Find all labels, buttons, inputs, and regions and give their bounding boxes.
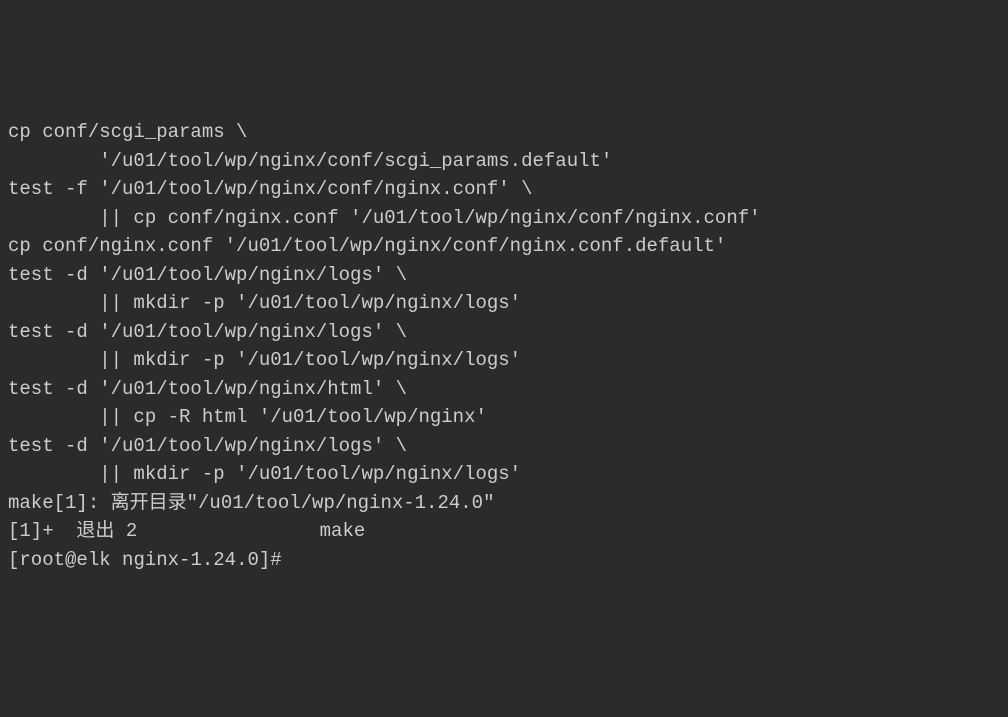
prompt-host: elk <box>76 549 110 571</box>
prompt-symbol: # <box>270 549 281 571</box>
terminal-line: cp conf/scgi_params \ <box>8 118 1000 147</box>
prompt-path: nginx-1.24.0 <box>122 549 259 571</box>
terminal-line: [1]+ 退出 2 make <box>8 517 1000 546</box>
terminal-line: || mkdir -p '/u01/tool/wp/nginx/logs' <box>8 289 1000 318</box>
terminal-line: cp conf/nginx.conf '/u01/tool/wp/nginx/c… <box>8 232 1000 261</box>
terminal-line: make[1]: 离开目录"/u01/tool/wp/nginx-1.24.0" <box>8 489 1000 518</box>
terminal-line: || cp -R html '/u01/tool/wp/nginx' <box>8 403 1000 432</box>
terminal-line: test -d '/u01/tool/wp/nginx/html' \ <box>8 375 1000 404</box>
terminal-line: test -d '/u01/tool/wp/nginx/logs' \ <box>8 318 1000 347</box>
terminal-line: test -d '/u01/tool/wp/nginx/logs' \ <box>8 261 1000 290</box>
prompt-user: root <box>19 549 65 571</box>
terminal-line: '/u01/tool/wp/nginx/conf/scgi_params.def… <box>8 147 1000 176</box>
terminal-line: || cp conf/nginx.conf '/u01/tool/wp/ngin… <box>8 204 1000 233</box>
terminal-line: test -d '/u01/tool/wp/nginx/logs' \ <box>8 432 1000 461</box>
terminal-line: || mkdir -p '/u01/tool/wp/nginx/logs' <box>8 346 1000 375</box>
terminal-line: || mkdir -p '/u01/tool/wp/nginx/logs' <box>8 460 1000 489</box>
terminal-prompt-line: [root@elk nginx-1.24.0]# <box>8 546 1000 575</box>
terminal-output[interactable]: cp conf/scgi_params \ '/u01/tool/wp/ngin… <box>8 118 1000 574</box>
terminal-line: test -f '/u01/tool/wp/nginx/conf/nginx.c… <box>8 175 1000 204</box>
